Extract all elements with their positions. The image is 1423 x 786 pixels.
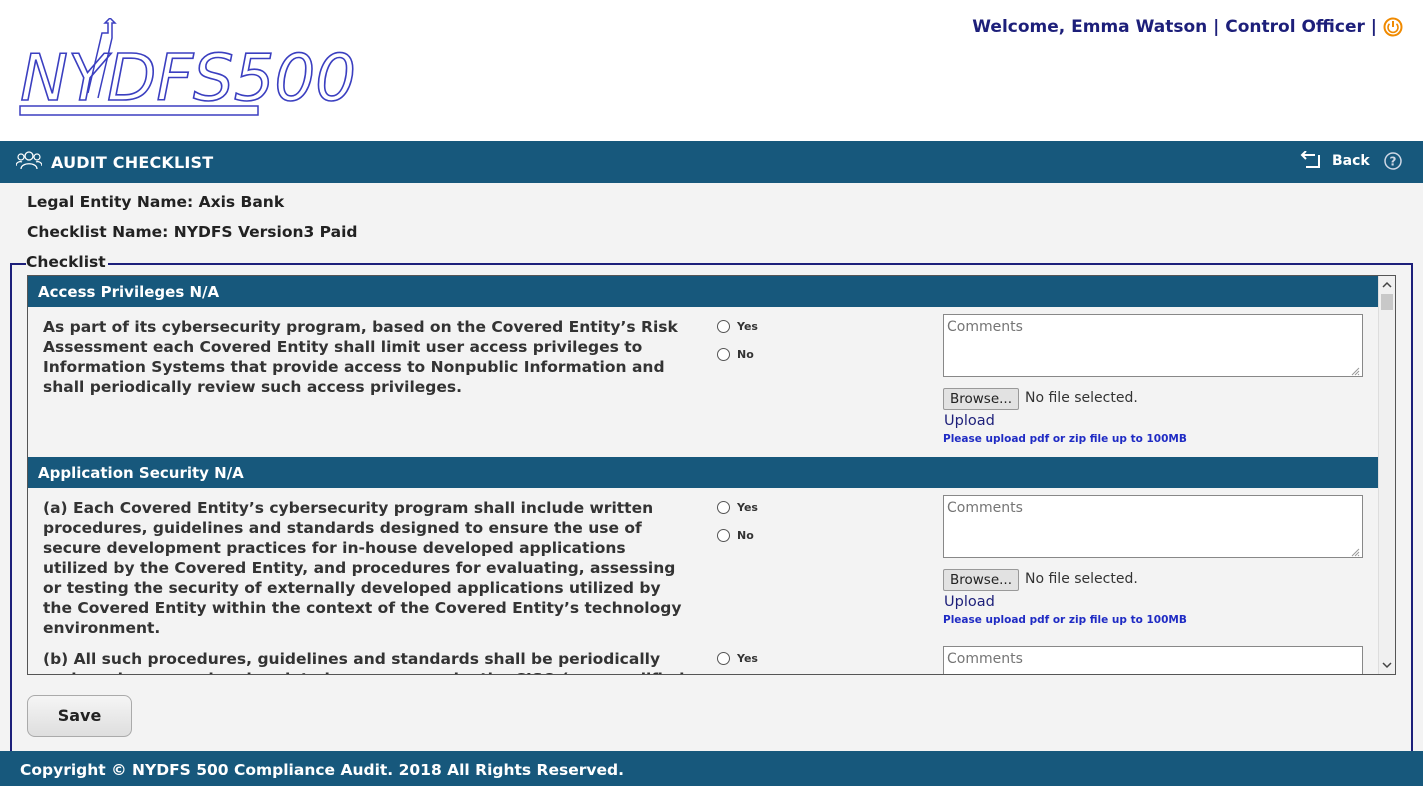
section-heading-access-privileges: Access Privileges N/A bbox=[28, 276, 1379, 307]
upload-hint: Please upload pdf or zip file up to 100M… bbox=[943, 433, 1187, 445]
back-label: Back bbox=[1332, 153, 1370, 169]
checklist-scroll-panel[interactable]: Access Privileges N/A As part of its cyb… bbox=[27, 275, 1396, 675]
welcome-banner: Welcome, Emma Watson | Control Officer | bbox=[972, 17, 1403, 37]
page-header: NYDFS500 Welcome, Emma Watson | Control … bbox=[0, 0, 1423, 141]
vertical-scrollbar[interactable] bbox=[1378, 276, 1395, 674]
scroll-thumb[interactable] bbox=[1381, 294, 1393, 310]
resize-grip-icon[interactable] bbox=[1350, 547, 1360, 557]
upload-link[interactable]: Upload bbox=[944, 594, 995, 610]
radio-button[interactable] bbox=[717, 320, 730, 333]
browse-button[interactable]: Browse... bbox=[943, 388, 1019, 410]
comments-field[interactable] bbox=[943, 646, 1363, 674]
page-title: AUDIT CHECKLIST bbox=[51, 153, 214, 172]
checklist-name: Checklist Name: NYDFS Version3 Paid bbox=[27, 223, 358, 241]
copyright-text: Copyright © NYDFS 500 Compliance Audit. … bbox=[20, 761, 624, 779]
section-heading-application-security: Application Security N/A bbox=[28, 457, 1379, 488]
upload-hint: Please upload pdf or zip file up to 100M… bbox=[943, 614, 1187, 626]
browse-button[interactable]: Browse... bbox=[943, 569, 1019, 591]
radio-yes-label: Yes bbox=[737, 320, 758, 333]
radio-button[interactable] bbox=[717, 652, 730, 665]
back-button[interactable]: Back bbox=[1300, 151, 1370, 171]
radio-no-label: No bbox=[737, 529, 754, 542]
radio-yes[interactable]: Yes bbox=[717, 320, 758, 333]
radio-yes-label: Yes bbox=[737, 501, 758, 514]
radio-button[interactable] bbox=[717, 348, 730, 361]
scroll-down-icon[interactable] bbox=[1382, 660, 1392, 670]
power-icon[interactable] bbox=[1383, 17, 1403, 37]
question-text: (a) Each Covered Entity’s cybersecurity … bbox=[43, 499, 682, 637]
svg-text:NYDFS500: NYDFS500 bbox=[20, 42, 356, 116]
radio-yes-label: Yes bbox=[737, 652, 758, 665]
comments-field[interactable] bbox=[943, 495, 1363, 558]
radio-button[interactable] bbox=[717, 529, 730, 542]
users-icon bbox=[16, 151, 42, 170]
radio-no-label: No bbox=[737, 348, 754, 361]
upload-link[interactable]: Upload bbox=[944, 413, 995, 429]
radio-yes[interactable]: Yes bbox=[717, 501, 758, 514]
save-button[interactable]: Save bbox=[27, 695, 132, 737]
svg-text:?: ? bbox=[1390, 155, 1397, 169]
nydfs500-logo: NYDFS500 bbox=[19, 18, 357, 117]
question-text: As part of its cybersecurity program, ba… bbox=[43, 318, 678, 396]
radio-button[interactable] bbox=[717, 501, 730, 514]
page-footer: Copyright © NYDFS 500 Compliance Audit. … bbox=[0, 751, 1423, 786]
radio-yes[interactable]: Yes bbox=[717, 652, 758, 665]
legal-entity-name: Legal Entity Name: Axis Bank bbox=[27, 193, 285, 211]
file-status: No file selected. bbox=[1025, 390, 1138, 406]
scroll-up-icon[interactable] bbox=[1382, 280, 1392, 290]
file-status: No file selected. bbox=[1025, 571, 1138, 587]
checklist-legend: Checklist bbox=[26, 253, 108, 271]
welcome-text: Welcome, Emma Watson | Control Officer | bbox=[972, 17, 1377, 37]
question-text: (b) All such procedures, guidelines and … bbox=[43, 650, 684, 674]
help-icon[interactable]: ? bbox=[1384, 152, 1402, 170]
radio-no[interactable]: No bbox=[717, 348, 754, 361]
radio-no[interactable]: No bbox=[717, 529, 754, 542]
comments-field[interactable] bbox=[943, 314, 1363, 377]
resize-grip-icon[interactable] bbox=[1350, 366, 1360, 376]
title-bar: AUDIT CHECKLIST Back ? bbox=[0, 141, 1423, 183]
back-arrow-icon bbox=[1300, 151, 1320, 168]
